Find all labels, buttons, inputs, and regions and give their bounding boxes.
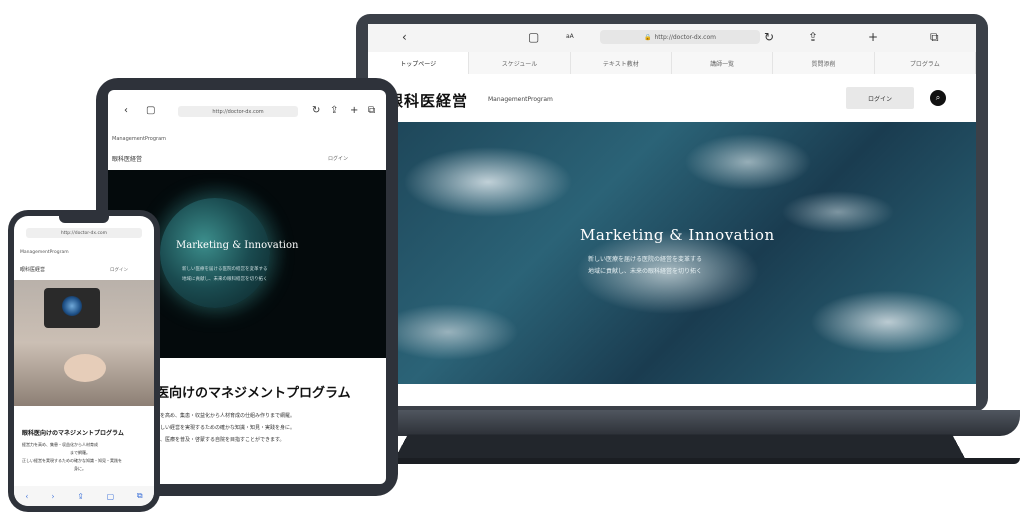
tab-instructors[interactable]: 講師一覧	[672, 52, 774, 74]
site-subtitle: ManagementProgram	[20, 250, 69, 255]
body-text-line: 正しい経営を実現するための確かな知識・知見・実践を	[22, 458, 122, 463]
hero-text-line: 新しい医療を届ける医院の経営を変革する	[182, 267, 268, 272]
new-tab-icon[interactable]: +	[350, 105, 358, 116]
site-logo[interactable]: 眼科医経営	[112, 154, 142, 163]
site-logo[interactable]: 眼科医経営	[20, 266, 45, 273]
laptop-screen: ‹ ▢ aA 🔒 http://doctor-dx.com ↻ ⇪ + ⧉ トッ…	[368, 24, 976, 406]
site-subtitle: ManagementProgram	[112, 136, 167, 142]
body-text-line: を高め、集患・収益化から人材育成の仕組み作りまで網羅。	[160, 413, 296, 419]
back-icon[interactable]: ‹	[402, 30, 407, 44]
login-button[interactable]: ログイン	[110, 267, 128, 273]
browser-toolbar: ‹ ▢ aA 🔒 http://doctor-dx.com ↻ ⇪ + ⧉	[368, 24, 976, 53]
address-bar[interactable]: http://doctor-dx.com	[178, 106, 298, 117]
laptop-foot	[330, 458, 1020, 464]
tab-question-review[interactable]: 質問添削	[773, 52, 875, 74]
address-bar[interactable]: http://doctor-dx.com	[26, 228, 142, 238]
login-button[interactable]: ログイン	[328, 155, 348, 162]
tab-schedule[interactable]: スケジュール	[469, 52, 571, 74]
tabs-overview-icon[interactable]: ⧉	[368, 105, 375, 116]
hero-text-line: 地域に貢献し、未来の眼科経営を切り拓く	[588, 268, 703, 275]
search-icon[interactable]: ⌕	[930, 90, 946, 106]
bookmarks-icon[interactable]: ▢	[107, 492, 115, 501]
browser-toolbar: ‹ ▢ http://doctor-dx.com ↻ ⇪ + ⧉	[108, 102, 386, 122]
body-text-line: 、医療を普及・啓蒙する自院を目指すことができます。	[160, 437, 285, 443]
body-text-line: 身に。	[74, 466, 86, 471]
reload-icon[interactable]: ↻	[312, 105, 320, 116]
url-text: http://doctor-dx.com	[212, 108, 264, 115]
eye-icon	[62, 296, 82, 316]
hero-image	[14, 280, 154, 406]
phone-screen: http://doctor-dx.com ManagementProgram 眼…	[14, 216, 154, 506]
hero-title: Marketing & Innovation	[176, 240, 299, 251]
body-text-line: まで網羅。	[70, 450, 90, 455]
share-icon[interactable]: ⇪	[77, 492, 84, 501]
site-header: 眼科医経営 ManagementProgram ログイン ⌕	[368, 74, 976, 123]
forward-icon[interactable]: ›	[51, 492, 54, 501]
hero-text-line: 地域に貢献し、未来の眼科経営を切り拓く	[182, 277, 268, 282]
site-logo[interactable]: 眼科医経営	[388, 90, 468, 111]
share-icon[interactable]: ⇪	[330, 105, 338, 116]
body-text-line: しい経営を実現するための確かな知識・知見・実践を身に。	[160, 425, 296, 431]
section-heading: 眼科医向けのマネジメントプログラム	[22, 430, 124, 437]
reload-icon[interactable]: ↻	[764, 30, 774, 44]
tabs-overview-icon[interactable]: ⧉	[137, 491, 143, 501]
url-text: http://doctor-dx.com	[60, 230, 108, 236]
site-subtitle: ManagementProgram	[488, 96, 553, 103]
tabs-overview-icon[interactable]: ⧉	[930, 30, 939, 45]
back-icon[interactable]: ‹	[124, 105, 128, 116]
back-icon[interactable]: ‹	[25, 492, 28, 501]
tab-text-materials[interactable]: テキスト教材	[571, 52, 672, 74]
tab-program[interactable]: プログラム	[875, 52, 976, 74]
hero-title: Marketing & Innovation	[580, 226, 775, 244]
hand-image	[64, 354, 106, 382]
address-bar[interactable]: 🔒 http://doctor-dx.com	[600, 30, 760, 44]
url-text: http://doctor-dx.com	[654, 33, 716, 41]
body-text-line: 経営力を高め、集患・収益化から人材育成	[22, 442, 98, 447]
sidebar-icon[interactable]: ▢	[146, 105, 155, 116]
hero-text-line: 新しい医療を届ける医院の経営を変革する	[588, 256, 703, 263]
new-tab-icon[interactable]: +	[868, 30, 878, 44]
tab-top-page[interactable]: トップページ	[368, 52, 470, 74]
section-heading: 医向けのマネジメントプログラム	[156, 386, 351, 401]
page-footer	[368, 384, 976, 406]
share-icon[interactable]: ⇪	[808, 30, 818, 44]
status-bar	[108, 90, 386, 100]
phone-notch	[59, 216, 109, 223]
globe-graphic	[160, 198, 270, 308]
lock-icon: 🔒	[644, 33, 652, 41]
login-button[interactable]: ログイン	[846, 87, 914, 109]
sidebar-icon[interactable]: ▢	[528, 30, 539, 44]
laptop-base	[330, 410, 1020, 436]
hero-banner: Marketing & Innovation 新しい医療を届ける医院の経営を変革…	[368, 122, 976, 384]
eye-exam-device	[44, 288, 100, 328]
browser-tab-bar: トップページ スケジュール テキスト教材 講師一覧 質問添削 プログラム	[368, 52, 976, 75]
reader-aa-button[interactable]: aA	[566, 33, 574, 40]
browser-bottom-bar: ‹ › ⇪ ▢ ⧉	[14, 486, 154, 506]
